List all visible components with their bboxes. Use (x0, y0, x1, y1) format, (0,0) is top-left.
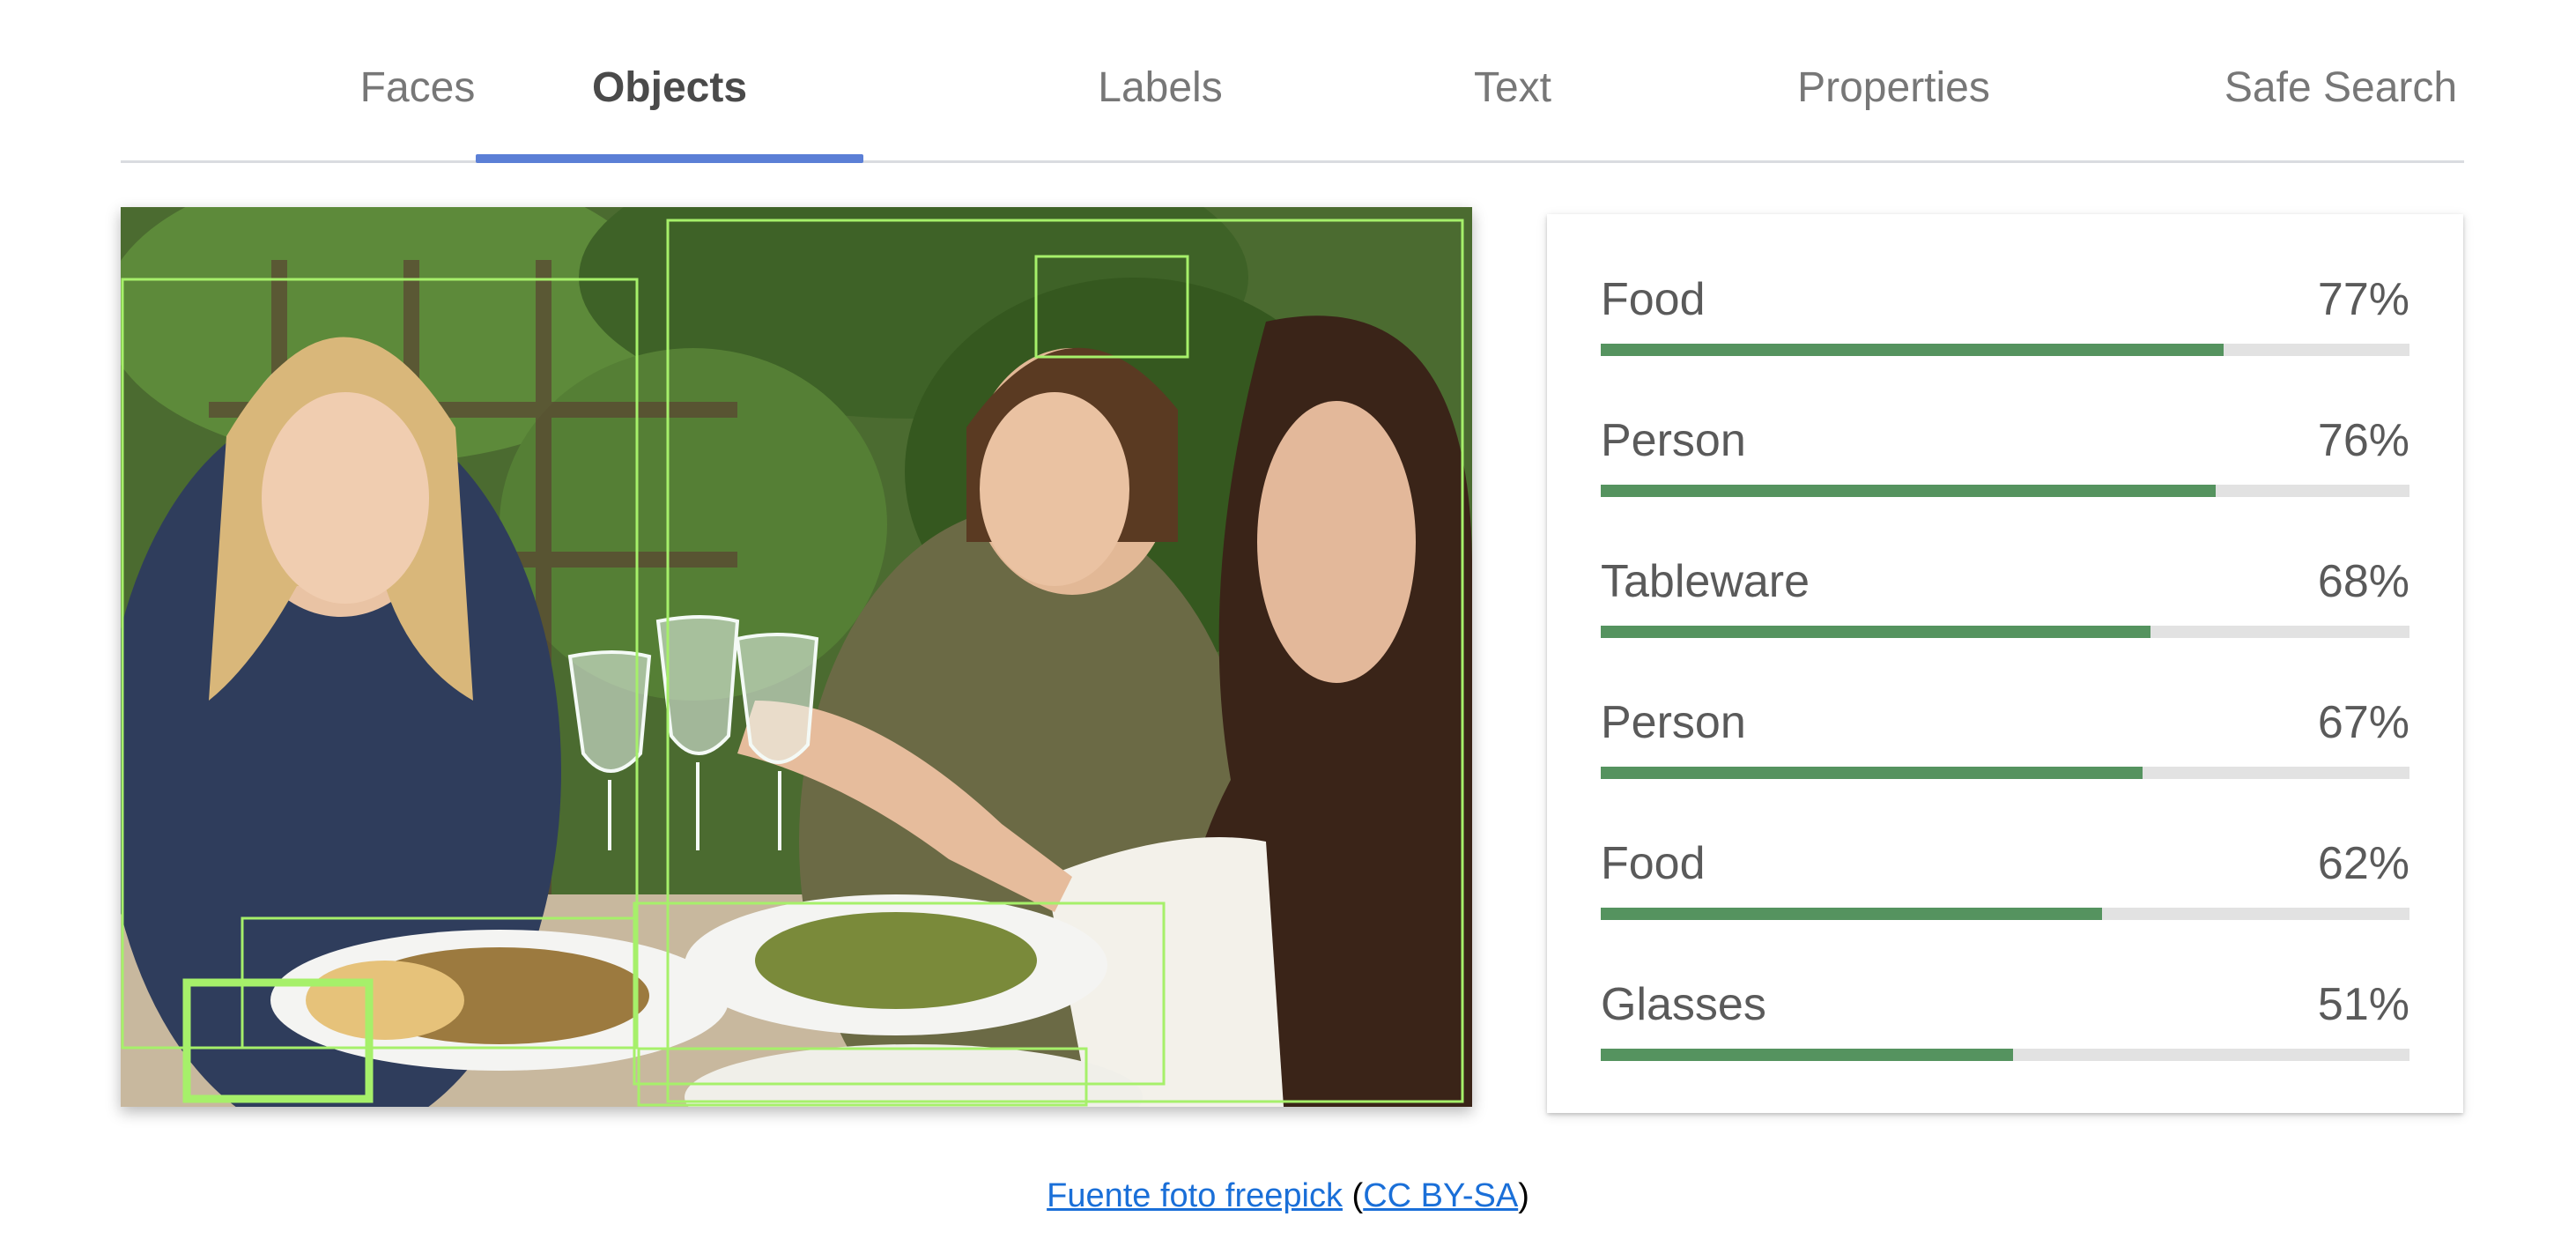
result-label: Food (1601, 274, 1706, 325)
photo-source-link[interactable]: Fuente foto freepick (1047, 1177, 1343, 1214)
tab-label: Properties (1797, 64, 1990, 111)
tab-objects[interactable]: Objects (476, 0, 863, 163)
result-row: Food 77% (1601, 272, 2409, 369)
photo-credit: Fuente foto freepick (CC BY-SA) (0, 1177, 2576, 1215)
result-percent: 77% (2317, 274, 2409, 325)
result-label: Glasses (1601, 979, 1766, 1030)
tab-label: Text (1473, 64, 1552, 111)
tab-bar: Faces Objects Labels Text Properties Saf… (121, 0, 2464, 163)
tab-label: Safe Search (2224, 64, 2458, 111)
tab-label: Labels (1098, 64, 1223, 111)
tab-safe-search[interactable]: Safe Search (2072, 0, 2576, 160)
result-percent: 51% (2317, 979, 2409, 1030)
tab-properties[interactable]: Properties (1680, 0, 2107, 160)
result-percent: 62% (2317, 838, 2409, 889)
confidence-bar-track (1601, 908, 2409, 920)
confidence-bar-fill (1601, 1049, 2014, 1061)
confidence-bar-fill (1601, 767, 2143, 779)
result-percent: 76% (2317, 415, 2409, 466)
confidence-bar-fill (1601, 485, 2216, 497)
result-row: Food 62% (1601, 836, 2409, 933)
confidence-bar-fill (1601, 344, 2224, 356)
result-label: Tableware (1601, 556, 1810, 607)
confidence-bar-fill (1601, 908, 2103, 920)
result-label: Person (1601, 697, 1746, 748)
confidence-bar-track (1601, 485, 2409, 497)
object-results-card: Food 77% Person 76% Tableware 68% Person… (1547, 214, 2463, 1113)
result-percent: 67% (2317, 697, 2409, 748)
tab-label: Faces (359, 64, 476, 111)
confidence-bar-track (1601, 767, 2409, 779)
result-row: Person 67% (1601, 695, 2409, 792)
license-link[interactable]: CC BY-SA (1363, 1177, 1518, 1214)
result-row: Person 76% (1601, 413, 2409, 510)
tab-label: Objects (591, 64, 748, 111)
result-row: Glasses 51% (1601, 977, 2409, 1074)
result-percent: 68% (2317, 556, 2409, 607)
credit-open-paren: ( (1351, 1177, 1364, 1214)
analyzed-photo (121, 207, 1472, 1107)
photo-scene (121, 207, 1472, 1107)
credit-close-paren: ) (1518, 1177, 1529, 1214)
tab-labels[interactable]: Labels (958, 0, 1363, 160)
confidence-bar-track (1601, 344, 2409, 356)
active-tab-indicator (476, 154, 863, 163)
confidence-bar-track (1601, 626, 2409, 638)
result-label: Person (1601, 415, 1746, 466)
tab-text[interactable]: Text (1314, 0, 1711, 160)
confidence-bar-fill (1601, 626, 2151, 638)
result-label: Food (1601, 838, 1706, 889)
result-row: Tableware 68% (1601, 554, 2409, 651)
confidence-bar-track (1601, 1049, 2409, 1061)
